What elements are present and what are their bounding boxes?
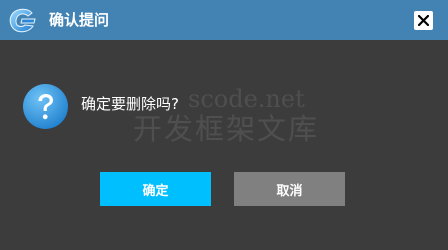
question-icon bbox=[22, 83, 69, 130]
watermark-line-2: 开发框架文库 bbox=[133, 112, 320, 146]
confirm-message: 确定要删除吗? bbox=[81, 95, 179, 113]
dialog-titlebar: 确认提问 bbox=[0, 0, 448, 40]
cancel-button[interactable]: 取消 bbox=[234, 172, 345, 206]
close-icon bbox=[417, 11, 430, 30]
close-button[interactable] bbox=[414, 11, 433, 30]
confirm-button[interactable]: 确定 bbox=[100, 172, 211, 206]
confirm-dialog: 确认提问 scode.net 开发框架文库 确定要删除吗? 确定 取消 bbox=[0, 0, 448, 250]
dialog-title: 确认提问 bbox=[49, 11, 110, 29]
app-logo-icon bbox=[8, 7, 38, 33]
